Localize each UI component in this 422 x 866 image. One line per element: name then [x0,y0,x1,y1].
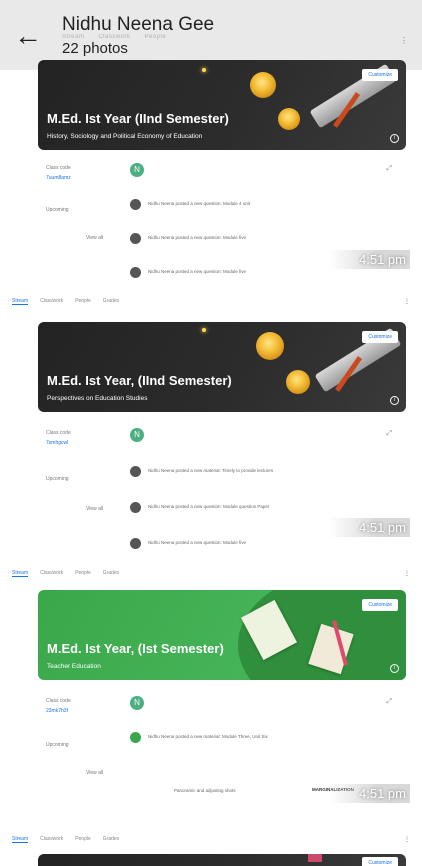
info-icon[interactable]: i [390,664,399,673]
avatar: N [130,696,144,710]
tab-people[interactable]: People [75,298,91,304]
tab-people[interactable]: People [75,570,91,576]
info-icon[interactable]: i [390,396,399,405]
customize-button[interactable]: Customize [362,599,398,611]
class-code-label: Class code [46,430,71,436]
tab-grades[interactable]: Grades [103,836,119,842]
post-avatar [130,502,141,513]
post-avatar [130,199,141,210]
view-all-link[interactable]: View all [86,506,103,512]
post-text[interactable]: Nidhu Neena posted a new question: Modul… [148,269,246,274]
class-banner-1[interactable]: Customize M.Ed. Ist Year (IInd Semester)… [38,60,406,150]
post-text[interactable]: Nidhu Neena posted a new material: Modul… [148,734,268,739]
light-dot-icon [202,68,206,72]
customize-button[interactable]: Customize [362,857,398,866]
post-avatar [130,538,141,549]
class-subtitle: History, Sociology and Political Economy… [47,133,203,140]
timestamp: 4:51 pm [329,784,410,803]
tab-stream[interactable]: Stream [12,570,29,577]
photo-count: 22 photos [62,40,128,57]
tab-stream[interactable]: Stream [12,298,29,305]
arrow-left-icon[interactable]: ← [14,22,42,50]
customize-button[interactable]: Customize [362,69,398,81]
more-options-icon[interactable]: ⋮ [400,36,408,45]
candle-icon [256,332,284,360]
post-avatar [130,267,141,278]
class-code[interactable]: 7smhgcwl [46,440,68,446]
timestamp: 4:51 pm [329,518,410,537]
more-icon[interactable]: ⋮ [404,570,410,577]
post-text[interactable]: Nidhu Neena posted a new question: Modul… [148,504,269,509]
candle-icon [278,108,300,130]
post-avatar [130,233,141,244]
expand-icon[interactable]: ⤢ [386,698,392,706]
tab-classwork[interactable]: Classwork [40,836,63,842]
class-banner-4[interactable]: Customize [38,854,406,866]
tab-classwork[interactable]: Classwork [40,570,63,576]
candle-icon [286,370,310,394]
upcoming-label: Upcoming [46,742,69,748]
post-avatar [130,732,141,743]
ribbon-icon [308,854,322,862]
class-code-label: Class code [46,698,71,704]
class-banner-3[interactable]: Customize M.Ed. Ist Year, (Ist Semester)… [38,590,406,680]
class-code[interactable]: 7uum8amz [46,175,71,181]
post-text[interactable]: Nidhu Neena posted a new question: Modul… [148,540,246,545]
info-icon[interactable]: i [390,134,399,143]
post-avatar [130,466,141,477]
timestamp: 4:51 pm [329,250,410,269]
view-all-link[interactable]: View all [86,770,103,776]
album-title: Nidhu Neena Gee [62,14,215,35]
more-icon[interactable]: ⋮ [404,836,410,843]
class-code[interactable]: 23mk7h3f [46,708,68,714]
class-tabs-2: Stream Classwork People Grades ⋮ [0,294,422,308]
class-banner-2[interactable]: Customize M.Ed. Ist Year, (IInd Semester… [38,322,406,412]
tab-grades[interactable]: Grades [103,570,119,576]
candle-icon [250,72,276,98]
class-title: M.Ed. Ist Year, (IInd Semester) [47,373,232,388]
expand-icon[interactable]: ⤢ [386,165,392,173]
post-text[interactable]: Nidhu Neena posted a new question: Modul… [148,201,250,206]
upcoming-label: Upcoming [46,476,69,482]
avatar: N [130,428,144,442]
post-text[interactable]: Nidhu Neena posted a new question: Modul… [148,235,246,240]
class-subtitle: Teacher Education [47,663,101,670]
customize-button[interactable]: Customize [362,331,398,343]
class-tabs-4: Stream Classwork People Grades ⋮ [0,832,422,846]
tab-people[interactable]: People [75,836,91,842]
view-all-link[interactable]: View all [86,235,103,241]
class-title: M.Ed. Ist Year, (Ist Semester) [47,641,224,656]
post-text[interactable]: Nidhu Neena posted a new material: Timel… [148,468,273,473]
expand-icon[interactable]: ⤢ [386,430,392,438]
tab-stream[interactable]: Stream [12,836,29,843]
more-icon[interactable]: ⋮ [404,298,410,305]
tab-classwork[interactable]: Classwork [40,298,63,304]
post-text[interactable]: Panoramic and adjusting shots [174,788,236,793]
class-subtitle: Perspectives on Education Studies [47,395,148,402]
tab-grades[interactable]: Grades [103,298,119,304]
class-code-label: Class code [46,165,71,171]
light-dot-icon [202,328,206,332]
tab-people: People [144,34,167,40]
avatar: N [130,163,144,177]
upcoming-label: Upcoming [46,207,69,213]
class-title: M.Ed. Ist Year (IInd Semester) [47,111,229,126]
class-tabs-3: Stream Classwork People Grades ⋮ [0,566,422,580]
